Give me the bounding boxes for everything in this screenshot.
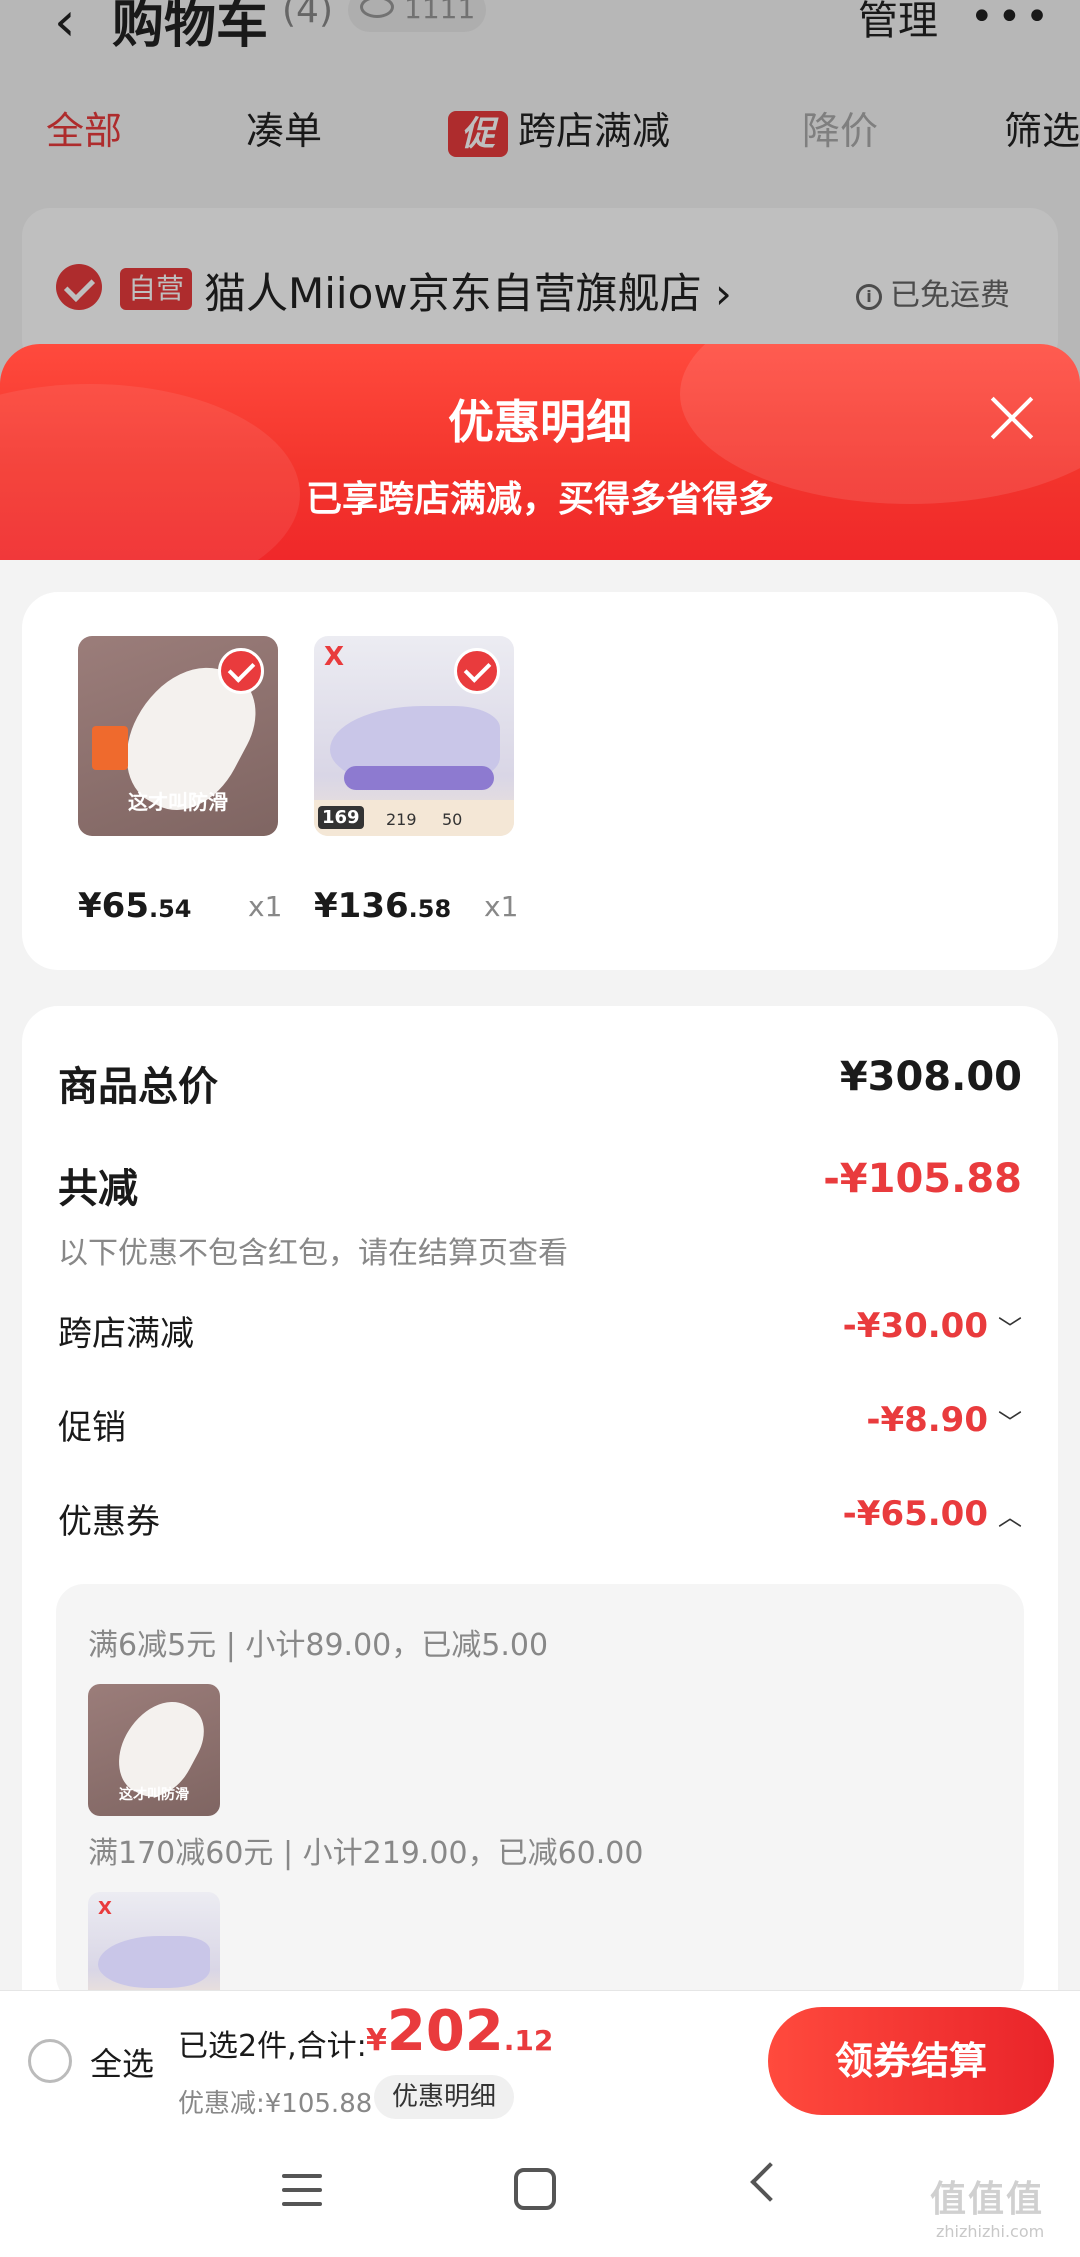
system-nav-bar: 值值值 zhizhizhi.com — [0, 2130, 1080, 2257]
back-icon[interactable] — [750, 2162, 790, 2202]
coupon-row[interactable]: -¥65.00 ︿ — [843, 1494, 1022, 1534]
total-price-label: 商品总价 — [58, 1064, 218, 1110]
discount-sheet-header: 优惠明细 已享跨店满减，买得多省得多 — [0, 344, 1080, 560]
promotion-row[interactable]: -¥8.90 ﹀ — [866, 1400, 1022, 1440]
close-icon[interactable] — [982, 388, 1042, 448]
brand-logo-icon: X — [324, 642, 345, 672]
price-summary-card: 商品总价 ¥308.00 共减 -¥105.88 以下优惠不包含红包，请在结算页… — [22, 1006, 1058, 2004]
checkout-button[interactable]: 领券结算 — [768, 2007, 1054, 2115]
product-item[interactable]: 这才叫防滑 ¥65.54 x1 — [78, 636, 282, 926]
sheet-title: 优惠明细 — [448, 395, 632, 449]
total-reduce-value: -¥105.88 — [823, 1156, 1022, 1202]
promotion-label: 促销 — [58, 1408, 126, 1448]
image-number-label: 219 — [386, 810, 417, 829]
chevron-down-icon: ﹀ — [998, 1409, 1022, 1437]
watermark-url: zhizhizhi.com — [936, 2222, 1045, 2241]
reduce-note: 以下优惠不包含红包，请在结算页查看 — [58, 1236, 568, 1271]
product-image-caption: 这才叫防滑 — [119, 1787, 189, 1803]
product-quantity: x1 — [248, 890, 283, 923]
chevron-down-icon: ﹀ — [998, 1315, 1022, 1343]
image-price-label: 169 — [318, 806, 364, 829]
brand-logo-icon: X — [98, 1898, 112, 1919]
recent-apps-icon[interactable] — [282, 2174, 322, 2206]
select-all-label[interactable]: 全选 — [90, 2039, 154, 2085]
discount-amount-text: 优惠减:¥105.88 — [178, 2089, 373, 2119]
product-price: ¥65.54 — [78, 886, 192, 926]
coupon-product-image: 这才叫防滑 — [88, 1684, 220, 1816]
product-item[interactable]: X 169 219 50 ¥136.58 x1 — [314, 636, 518, 926]
product-image-shoe: X 169 219 50 — [314, 636, 514, 836]
product-quantity: x1 — [484, 890, 519, 923]
product-price: ¥136.58 — [314, 886, 452, 926]
total-amount: ¥202.12 — [366, 1999, 554, 2064]
selected-products-card: 这才叫防滑 ¥65.54 x1 X 169 219 50 ¥136.58 x1 — [22, 592, 1058, 970]
coupon-line: 满170减60元 | 小计219.00，已减60.00 — [88, 1836, 644, 1871]
cross-store-discount-label: 跨店满减 — [58, 1314, 194, 1354]
cross-store-discount-row[interactable]: -¥30.00 ﹀ — [843, 1306, 1022, 1346]
product-image-caption: 这才叫防滑 — [128, 790, 228, 814]
selected-count-text: 已选2件,合计: — [178, 2029, 367, 2064]
chevron-up-icon: ︿ — [998, 1503, 1022, 1531]
image-number-label: 50 — [442, 810, 463, 829]
coupon-detail-box: 满6减5元 | 小计89.00，已减5.00 这才叫防滑 满170减60元 | … — [56, 1584, 1024, 2004]
check-icon — [454, 648, 500, 694]
coupon-product-image: X — [88, 1892, 220, 2004]
product-image-insoles: 这才叫防滑 — [78, 636, 278, 836]
checkout-bar: 全选 已选2件,合计: ¥202.12 优惠减:¥105.88 优惠明细 领券结… — [0, 1990, 1080, 2130]
coupon-line: 满6减5元 | 小计89.00，已减5.00 — [88, 1628, 549, 1663]
total-reduce-label: 共减 — [58, 1166, 138, 1212]
select-all-radio[interactable] — [28, 2039, 72, 2083]
check-icon — [218, 648, 264, 694]
discount-detail-button[interactable]: 优惠明细 — [374, 2075, 515, 2119]
sheet-subtitle: 已享跨店满减，买得多省得多 — [305, 479, 774, 520]
total-price-value: ¥308.00 — [839, 1054, 1022, 1100]
home-icon[interactable] — [514, 2168, 556, 2210]
discount-sheet-body: 这才叫防滑 ¥65.54 x1 X 169 219 50 ¥136.58 x1 … — [0, 560, 1080, 2004]
watermark-logo: 值值值 — [930, 2179, 1045, 2220]
coupon-label: 优惠券 — [58, 1502, 160, 1542]
